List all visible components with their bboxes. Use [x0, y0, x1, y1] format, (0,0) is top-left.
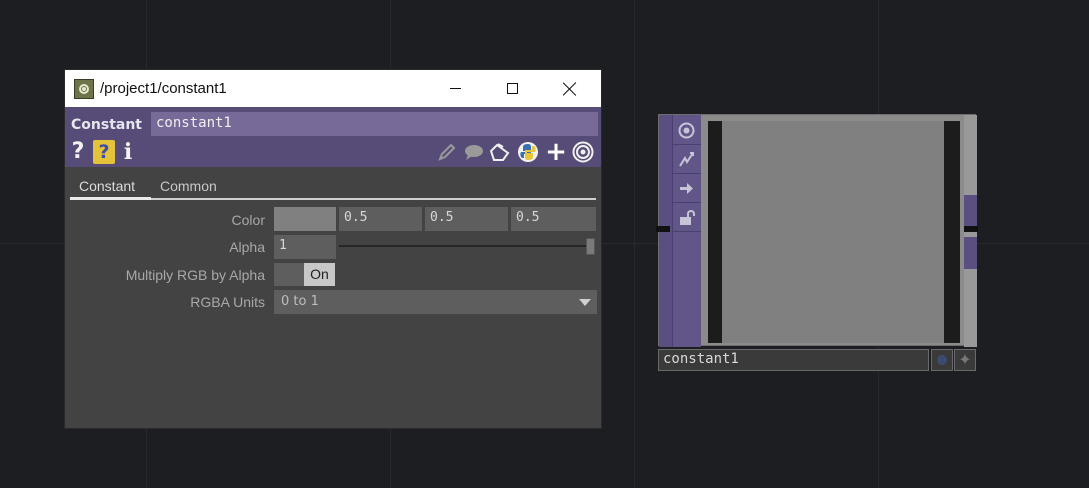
color-g-field[interactable]: 0.5	[425, 207, 508, 231]
minimize-icon	[449, 88, 461, 89]
chevron-down-icon	[579, 299, 591, 306]
alpha-field[interactable]: 1	[274, 235, 336, 259]
output-connector[interactable]	[964, 195, 977, 227]
maximize-icon	[506, 83, 518, 94]
node-viewer-image	[722, 121, 944, 343]
operator-header: Constant constant1 ? ? i +	[65, 107, 601, 167]
help-icon[interactable]: ?	[69, 140, 87, 164]
tab-common[interactable]: Common	[160, 178, 217, 194]
maximize-button[interactable]	[489, 70, 535, 107]
cook-icon	[680, 183, 693, 194]
info-icon[interactable]: i	[121, 140, 135, 164]
operator-name-field[interactable]: constant1	[151, 112, 598, 136]
node-viewer[interactable]	[708, 121, 960, 343]
plus-icon[interactable]: +	[545, 139, 567, 165]
python-help-icon[interactable]: ?	[93, 140, 115, 164]
constant-operator-node[interactable]: constant1 ✦	[656, 114, 978, 372]
node-flag-dot-icon[interactable]	[931, 349, 953, 371]
rgba-units-value: 0 to 1	[281, 294, 319, 309]
grid-line	[634, 0, 635, 488]
output-connector-secondary[interactable]	[964, 237, 977, 269]
clipboard-icon[interactable]	[489, 141, 511, 163]
active-tab-indicator	[70, 197, 151, 200]
color-swatch[interactable]	[274, 207, 336, 231]
multiply-rgb-label: Multiply RGB by Alpha	[125, 267, 265, 283]
node-star-icon[interactable]: ✦	[954, 349, 976, 371]
lock-icon	[680, 210, 695, 225]
output-wire-notch	[964, 226, 978, 232]
parameter-tabs: Constant Common	[70, 176, 596, 200]
alpha-slider-track[interactable]	[339, 245, 593, 247]
pencil-icon[interactable]	[436, 141, 458, 163]
target-icon[interactable]	[572, 141, 594, 163]
node-body[interactable]	[658, 114, 977, 347]
comment-icon[interactable]	[462, 141, 484, 163]
tab-constant[interactable]: Constant	[79, 178, 135, 194]
bypass-icon	[679, 152, 694, 167]
rgba-units-label: RGBA Units	[190, 294, 265, 310]
color-r-field[interactable]: 0.5	[339, 207, 422, 231]
title-bar[interactable]: /project1/constant1	[65, 70, 601, 107]
input-wire-notch	[656, 226, 670, 232]
operator-type-label: Constant	[71, 117, 142, 133]
lock-toggle-button[interactable]	[672, 204, 701, 232]
multiply-toggle-off[interactable]	[274, 263, 304, 286]
rgba-units-dropdown[interactable]: 0 to 1	[274, 290, 597, 314]
python-icon[interactable]	[517, 141, 539, 163]
viewer-toggle-button[interactable]	[672, 117, 701, 145]
alpha-label: Alpha	[229, 239, 265, 255]
operator-app-icon	[74, 78, 94, 99]
color-b-field[interactable]: 0.5	[511, 207, 596, 231]
close-icon	[563, 82, 577, 96]
close-button[interactable]	[547, 70, 593, 107]
color-label: Color	[231, 212, 265, 228]
multiply-toggle-on[interactable]: On	[304, 263, 335, 286]
minimize-button[interactable]	[432, 70, 478, 107]
bypass-toggle-button[interactable]	[672, 146, 701, 174]
alpha-slider-handle[interactable]	[586, 238, 595, 255]
window-title: /project1/constant1	[100, 80, 227, 97]
viewer-icon	[678, 122, 695, 139]
parameter-window: /project1/constant1 Constant constant1 ?…	[64, 69, 602, 429]
node-name-field[interactable]: constant1	[658, 349, 929, 371]
cook-toggle-button[interactable]	[672, 175, 701, 203]
